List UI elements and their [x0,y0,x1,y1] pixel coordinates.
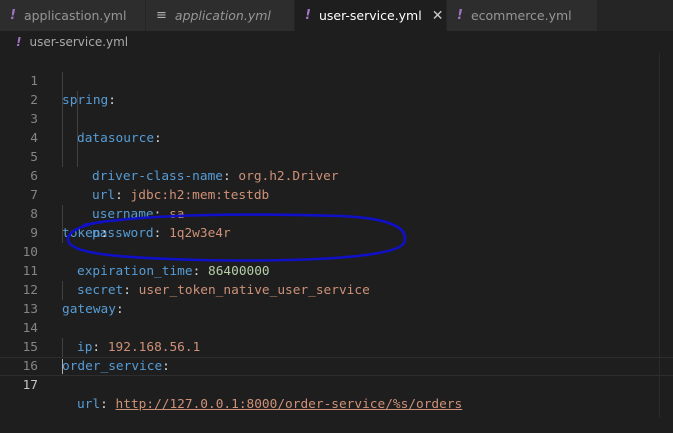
tab-ecommerce-yml[interactable]: ! ecommerce.yml [447,0,598,31]
indent-guide [77,129,78,148]
code-line: 12 gateway: [0,262,673,317]
tab-label: applicastion.yml [23,8,127,23]
indent-guide [77,148,78,167]
breadcrumb-file[interactable]: user-service.yml [29,35,128,49]
lines-icon: ≡ [156,8,167,23]
code-line: 11 [0,243,673,279]
yaml-key: url [77,397,101,412]
code-line: 6 password: 1q2w3e4r [0,148,673,241]
code-editor[interactable]: 1 spring: 2 datasource: 3 driver-class-n… [0,53,673,418]
indent-guide [62,110,63,129]
code-line: 2 datasource: [0,72,673,146]
yaml-sep: : [100,397,116,412]
yaml-icon: ! [457,8,463,23]
code-line: 10 secret: user_token_native_user_servic… [0,224,673,298]
tab-applicastion-yml[interactable]: ! applicastion.yml [0,0,146,31]
code-line: 15 order_service: [0,319,673,374]
breadcrumb: ! user-service.yml [0,31,673,53]
tab-bar: ! applicastion.yml ≡ application.yml ! u… [0,0,673,31]
code-line: 3 driver-class-name: org.h2.Driver [0,91,673,184]
tab-label: ecommerce.yml [470,8,572,23]
tab-label: user-service.yml [318,8,422,23]
code-line: 14 [0,300,673,336]
code-line: 7 [0,167,673,203]
indent-guide [77,91,78,110]
indent-guide [62,91,63,110]
indent-guide [62,224,63,243]
indent-guide [62,148,63,167]
code-line: 9 expiration_time: 86400000 [0,205,673,279]
overview-ruler[interactable] [659,53,673,418]
tab-user-service-yml[interactable]: ! user-service.yml ✕ [295,0,447,31]
tab-application-yml[interactable]: ≡ application.yml [146,0,295,31]
text-cursor [62,359,63,374]
indent-guide [62,338,63,357]
yaml-icon: ! [16,35,22,49]
yaml-icon: ! [305,8,311,23]
code-line: 4 url: jdbc:h2:mem:testdb [0,110,673,203]
indent-guide [62,281,63,300]
indent-guide [62,205,63,224]
code-line-current: 17 [0,357,673,393]
indent-guide [62,72,63,91]
code-line: 16 url: http://127.0.0.1:8000/order-serv… [0,338,673,412]
indent-guide [62,129,63,148]
line-number: 17 [22,378,38,393]
tab-label: application.yml [174,8,271,23]
indent-guide [77,110,78,129]
code-line: 8 token: [0,186,673,241]
close-icon[interactable]: ✕ [432,8,444,24]
code-line: 5 username: sa [0,129,673,222]
yaml-icon: ! [10,8,16,23]
url-link[interactable]: http://127.0.0.1:8000/order-service/%s/o… [116,397,463,412]
code-line: 13 ip: 192.168.56.1 [0,281,673,355]
code-line: 1 spring: [0,53,673,108]
